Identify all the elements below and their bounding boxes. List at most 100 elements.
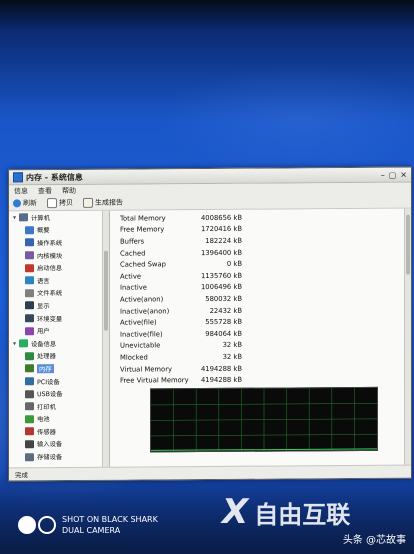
copy-icon: [47, 198, 57, 209]
tree-item[interactable]: USB设备: [9, 387, 109, 400]
tree-item[interactable]: PCI设备: [9, 374, 109, 387]
tree-item[interactable]: 电池: [9, 412, 109, 425]
tree-item-label: 启动信息: [37, 265, 63, 273]
report-button[interactable]: 生成报告: [83, 197, 123, 208]
tree-item-label: 内核模块: [37, 252, 63, 260]
refresh-button[interactable]: 刷新: [13, 198, 37, 208]
memory-icon: [25, 364, 34, 373]
report-label: 生成报告: [95, 198, 123, 207]
info-icon: [25, 226, 34, 235]
tree-item[interactable]: 显示: [9, 299, 109, 312]
status-bar: 完成: [9, 464, 411, 481]
watermark-text: 自由互联: [254, 500, 351, 529]
memory-value: 1135760 kB: [200, 271, 242, 280]
tree-item-label: PCI设备: [37, 378, 60, 386]
tree-item[interactable]: 存储设备: [9, 450, 109, 463]
memory-label: Virtual Memory: [120, 364, 173, 374]
memory-value: 32 kB: [222, 352, 242, 361]
memory-row: Cached Swap 0 kB: [120, 258, 242, 270]
memory-label: Buffers: [120, 237, 145, 246]
tree-item[interactable]: 内核模块: [9, 248, 109, 261]
tree-item-label: 处理器: [37, 353, 56, 361]
memory-graph: [150, 386, 378, 453]
usb-icon: [25, 389, 34, 398]
storage-icon: [25, 452, 34, 461]
memory-label: Inactive: [120, 283, 147, 292]
tree-item[interactable]: 环境变量: [9, 311, 109, 324]
memory-value: 22432 kB: [209, 306, 242, 315]
tree-item[interactable]: 打印机: [9, 400, 109, 413]
camera-line-2: DUAL CAMERA: [62, 526, 121, 535]
tree-item-label: 输入设备: [37, 441, 63, 449]
memory-label: Free Memory: [120, 225, 165, 235]
memory-label: Inactive(file): [120, 330, 163, 339]
tree-item-label: 概要: [37, 227, 50, 235]
status-text: 完成: [15, 471, 28, 480]
tree-item[interactable]: 概要: [9, 223, 109, 236]
memory-value: 1720416 kB: [200, 225, 242, 234]
tree-item[interactable]: 内存: [9, 362, 109, 375]
pci-icon: [25, 377, 34, 386]
memory-row: Unevictable 32 kB: [120, 339, 242, 351]
tree-item[interactable]: 输入设备: [9, 437, 109, 450]
minimize-button[interactable]: –: [381, 170, 385, 179]
memory-row: Virtual Memory 4194288 kB: [120, 362, 242, 374]
filesystem-icon: [25, 289, 34, 298]
content-scrollbar[interactable]: [404, 208, 411, 466]
tree-item[interactable]: 用户: [9, 324, 109, 337]
window-title: 内存 - 系统信息: [26, 172, 83, 182]
tree-item[interactable]: 启动信息: [9, 261, 109, 274]
memory-row: Active(anon) 580032 kB: [120, 293, 242, 305]
memory-label: Active: [120, 272, 142, 281]
memory-value: 580032 kB: [205, 294, 242, 303]
computer-icon: [19, 213, 28, 222]
memory-row: Active 1135760 kB: [120, 270, 242, 282]
environment-icon: [25, 314, 34, 323]
tree-item-label: 电池: [37, 416, 50, 424]
tree-item[interactable]: ▾ 设备信息: [9, 337, 109, 350]
memory-label: Active(anon): [120, 295, 164, 304]
tree-item-label: 文件系统: [37, 290, 63, 298]
input-device-icon: [25, 440, 34, 449]
maximize-button[interactable]: ▢: [389, 170, 397, 179]
camera-watermark: SHOT ON BLACK SHARK DUAL CAMERA: [18, 514, 158, 536]
tree-item-label: 语言: [37, 277, 50, 285]
memory-panel: Total Memory 4008656 kB Free Memory 1720416…: [110, 208, 411, 468]
printer-icon: [25, 402, 34, 411]
system-info-window: 内存 - 系统信息 – ▢ ✕ 信息 查看 帮助 刷新 拷贝 生成报告 ▾ 计算机…: [8, 166, 412, 482]
tree-item-label: 操作系统: [37, 240, 63, 248]
tree-item[interactable]: 处理器: [9, 349, 109, 362]
menu-info[interactable]: 信息: [14, 186, 28, 196]
menu-help[interactable]: 帮助: [62, 185, 76, 195]
memory-label: Total Memory: [120, 214, 166, 223]
tree-item[interactable]: 语言: [9, 274, 109, 287]
sensor-icon: [25, 427, 34, 436]
tree-item[interactable]: ▾ 计算机: [9, 211, 109, 224]
os-icon: [25, 238, 34, 247]
kernel-module-icon: [25, 251, 34, 260]
tree-scrollbar[interactable]: [102, 210, 109, 468]
memory-value: 182224 kB: [205, 236, 242, 246]
refresh-icon: [13, 199, 21, 208]
close-button[interactable]: ✕: [400, 170, 407, 179]
memory-label: Cached: [120, 249, 146, 258]
memory-row: Free Memory 1720416 kB: [120, 223, 242, 235]
tree-item-label: 存储设备: [37, 454, 63, 462]
tree-item[interactable]: 文件系统: [9, 286, 109, 299]
memory-label: Cached Swap: [120, 260, 166, 269]
memory-list: Total Memory 4008656 kB Free Memory 1720416…: [120, 212, 242, 387]
memory-value: 1006496 kB: [200, 283, 242, 292]
source-credit: 头条 @芯故事: [342, 535, 406, 546]
site-watermark: X 自由互联: [222, 492, 350, 532]
tree-item[interactable]: 操作系统: [9, 236, 109, 249]
memory-value: 4194288 kB: [200, 375, 242, 385]
memory-row: Active(file) 555728 kB: [120, 316, 242, 328]
memory-label: Free Virtual Memory: [120, 376, 189, 385]
tree-item[interactable]: 传感器: [9, 425, 109, 438]
menu-view[interactable]: 查看: [38, 186, 52, 196]
copy-button[interactable]: 拷贝: [47, 198, 73, 209]
tree-item-label: 打印机: [37, 403, 56, 411]
app-icon: [13, 172, 23, 183]
memory-row: Total Memory 4008656 kB: [120, 212, 242, 224]
memory-value: 1396400 kB: [200, 248, 242, 257]
